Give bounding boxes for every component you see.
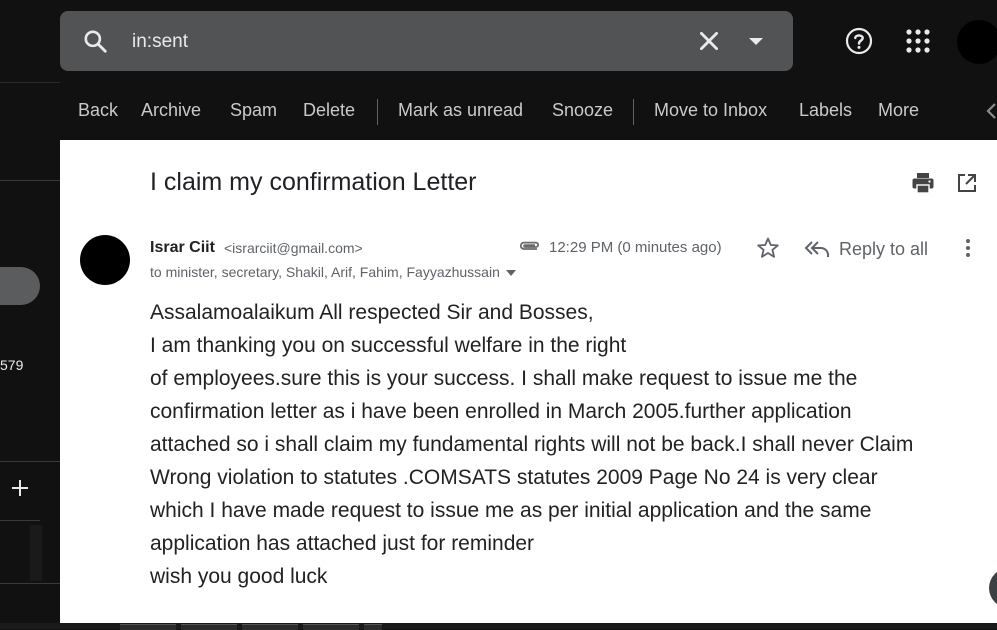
- sidebar-divider: [0, 520, 40, 521]
- reply-all-icon[interactable]: [804, 239, 830, 259]
- bottom-tab[interactable]: [181, 624, 237, 630]
- bottom-tab[interactable]: [242, 624, 298, 630]
- message-subject: I claim my confirmation Letter: [150, 168, 477, 196]
- body-line: attached so i shall claim my fundamental…: [150, 433, 914, 456]
- reply-all-button[interactable]: Reply to all: [839, 239, 928, 260]
- sidebar-item-sent[interactable]: [0, 267, 40, 305]
- move-to-inbox-button[interactable]: Move to Inbox: [654, 100, 767, 121]
- back-button[interactable]: Back: [78, 100, 118, 121]
- sidebar-divider: [0, 180, 60, 181]
- top-bar: [0, 0, 997, 83]
- archive-button[interactable]: Archive: [141, 100, 201, 121]
- body-line: wish you good luck: [150, 565, 328, 588]
- star-icon[interactable]: [756, 236, 780, 260]
- sender-email: <israrciit@gmail.com>: [224, 240, 363, 256]
- toolbar-divider: [633, 99, 634, 125]
- sender-name[interactable]: Israr Ciit: [150, 239, 215, 257]
- search-bar[interactable]: [60, 11, 793, 71]
- body-line: I am thanking you on successful welfare …: [150, 334, 627, 357]
- help-icon[interactable]: [845, 27, 873, 55]
- message-view: I claim my confirmation Letter Israr Cii…: [60, 140, 997, 623]
- sidebar-count: 579: [0, 357, 24, 373]
- chevron-down-icon[interactable]: [505, 270, 516, 277]
- message-toolbar: Back Archive Spam Delete Mark as unread …: [60, 82, 997, 140]
- snooze-button[interactable]: Snooze: [552, 100, 613, 121]
- more-vert-icon[interactable]: [956, 236, 980, 260]
- message-body: Assalamoalaikum All respected Sir and Bo…: [150, 296, 990, 593]
- search-icon[interactable]: [82, 28, 108, 54]
- print-icon[interactable]: [911, 171, 935, 195]
- attachment-icon: [519, 241, 540, 250]
- search-options-caret-icon[interactable]: [746, 33, 766, 49]
- sidebar-panel: [30, 525, 42, 581]
- bottom-strip: [0, 623, 997, 630]
- sidebar-divider: [0, 583, 60, 584]
- sidebar: 579: [0, 140, 60, 629]
- plus-icon[interactable]: [10, 478, 30, 498]
- close-icon[interactable]: [696, 28, 722, 54]
- bottom-tab[interactable]: [303, 624, 359, 630]
- bottom-tab[interactable]: [364, 624, 382, 630]
- floating-action-button[interactable]: [989, 568, 997, 608]
- spam-button[interactable]: Spam: [230, 100, 277, 121]
- body-line: Wrong violation to statutes .COMSATS sta…: [150, 466, 878, 489]
- body-line: confirmation letter as i have been enrol…: [150, 400, 852, 423]
- body-line: application has attached just for remind…: [150, 532, 535, 555]
- body-line: which I have made request to issue me as…: [150, 499, 872, 522]
- sidebar-divider: [0, 461, 60, 462]
- recipients-text: to minister, secretary, Shakil, Arif, Fa…: [150, 264, 500, 280]
- account-avatar[interactable]: [957, 20, 997, 64]
- chevron-left-icon[interactable]: [986, 102, 997, 120]
- sender-avatar[interactable]: [80, 235, 130, 285]
- search-input[interactable]: [130, 25, 674, 59]
- message-time: 12:29 PM (0 minutes ago): [549, 239, 722, 256]
- more-button[interactable]: More: [878, 100, 919, 121]
- labels-button[interactable]: Labels: [799, 100, 852, 121]
- mark-unread-button[interactable]: Mark as unread: [398, 100, 523, 121]
- apps-grid-icon[interactable]: [905, 28, 931, 54]
- delete-button[interactable]: Delete: [303, 100, 355, 121]
- toolbar-divider: [377, 99, 378, 125]
- body-line: Assalamoalaikum All respected Sir and Bo…: [150, 301, 594, 324]
- bottom-tab[interactable]: [120, 624, 176, 630]
- open-in-new-window-icon[interactable]: [957, 173, 977, 193]
- recipients-line[interactable]: to minister, secretary, Shakil, Arif, Fa…: [150, 264, 516, 280]
- body-line: of employees.sure this is your success. …: [150, 367, 858, 390]
